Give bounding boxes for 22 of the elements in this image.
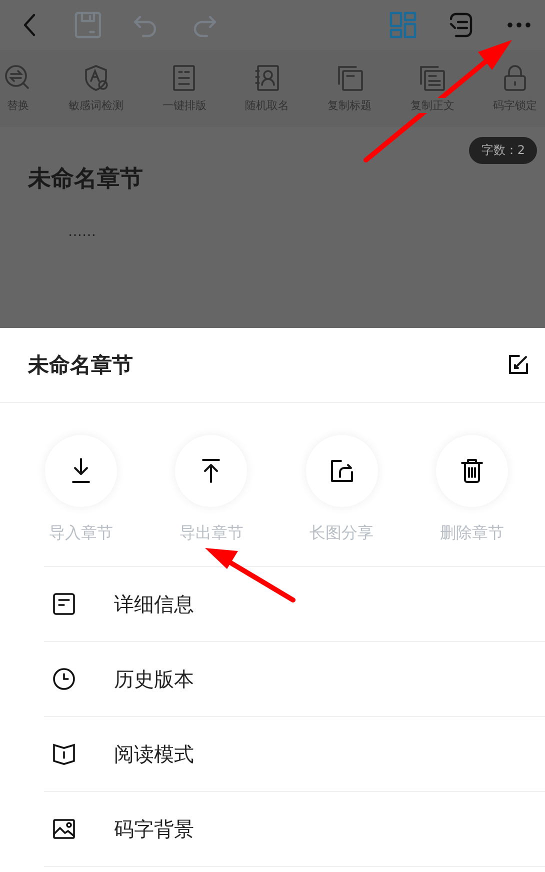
copy-icon — [336, 64, 364, 92]
action-label: 删除章节 — [440, 523, 504, 544]
chapter-body: …… — [68, 224, 97, 240]
action-label: 导入章节 — [49, 523, 114, 544]
sheet-title: 未命名章节 — [28, 352, 133, 379]
action-label: 导出章节 — [179, 523, 244, 544]
chapter-title: 未命名章节 — [28, 165, 144, 194]
menu-item[interactable]: 历史版本 — [44, 642, 545, 717]
menu-item[interactable]: 阅读模式 — [44, 717, 545, 792]
image-icon — [52, 817, 76, 841]
contact-icon — [252, 64, 281, 92]
action-label: 长图分享 — [310, 523, 374, 544]
note-icon — [52, 592, 76, 616]
shield-icon — [82, 64, 110, 92]
copy-icon — [418, 64, 446, 92]
menu-item[interactable]: 详细信息 — [44, 567, 545, 642]
word-count-badge: 字数：2 — [469, 137, 537, 164]
edit-icon[interactable] — [507, 354, 529, 376]
clock-icon — [52, 667, 76, 691]
replace-icon — [4, 64, 32, 92]
menu-item[interactable]: 码字背景 — [44, 792, 545, 867]
book-icon — [52, 742, 76, 766]
